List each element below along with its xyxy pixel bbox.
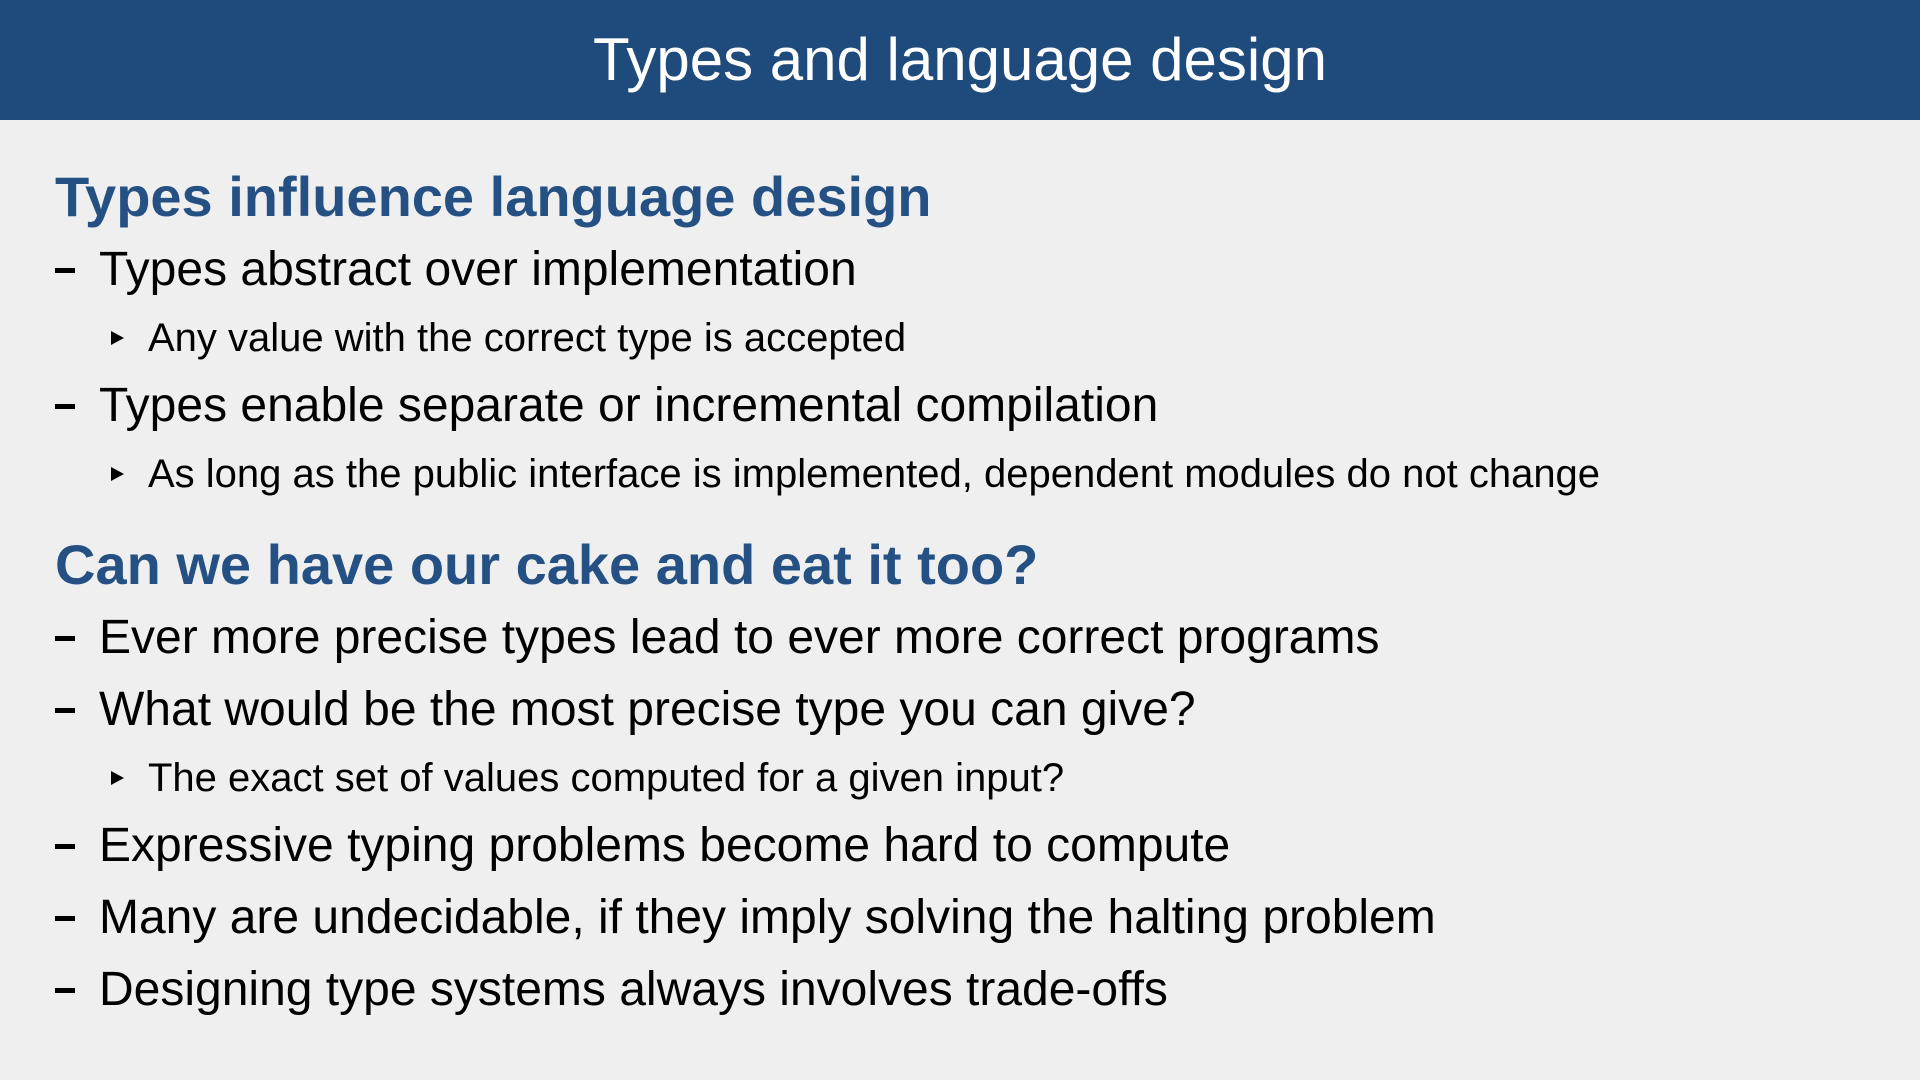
- slide-content: Types influence language design Types ab…: [55, 160, 1885, 1026]
- slide: Types and language design Types influenc…: [0, 0, 1920, 1080]
- list-item-text: Designing type systems always involves t…: [99, 963, 1168, 1016]
- list-item-text: What would be the most precise type you …: [99, 683, 1196, 736]
- sub-list-item: As long as the public interface is imple…: [111, 442, 1885, 506]
- dash-icon: [55, 987, 75, 993]
- triangle-icon: [111, 771, 124, 785]
- sub-list-item-text: Any value with the correct type is accep…: [148, 316, 907, 360]
- section-types-influence-language-design: Types influence language design Types ab…: [55, 160, 1885, 506]
- title-bar: Types and language design: [0, 0, 1920, 120]
- section-heading: Can we have our cake and eat it too?: [55, 533, 1039, 596]
- list-item-text: Ever more precise types lead to ever mor…: [99, 611, 1380, 664]
- list-item: Ever more precise types lead to ever mor…: [55, 602, 1885, 674]
- dash-icon: [55, 635, 75, 641]
- dash-icon: [55, 843, 75, 849]
- triangle-icon: [111, 467, 124, 481]
- slide-title: Types and language design: [593, 26, 1327, 93]
- list-item: Expressive typing problems become hard t…: [55, 810, 1885, 882]
- dash-icon: [55, 267, 75, 273]
- dash-icon: [55, 403, 75, 409]
- dash-icon: [55, 707, 75, 713]
- list-item: Many are undecidable, if they imply solv…: [55, 882, 1885, 954]
- sub-list-item-text: The exact set of values computed for a g…: [148, 756, 1065, 800]
- section-cake-and-eat-it-too: Can we have our cake and eat it too? Eve…: [55, 528, 1885, 1026]
- list-item-text: Types enable separate or incremental com…: [99, 379, 1159, 432]
- sub-list-item: Any value with the correct type is accep…: [111, 306, 1885, 370]
- list-item-text: Expressive typing problems become hard t…: [99, 819, 1231, 872]
- list-item: Types enable separate or incremental com…: [55, 370, 1885, 442]
- triangle-icon: [111, 331, 124, 345]
- list-item: Designing type systems always involves t…: [55, 954, 1885, 1026]
- list-item-text: Types abstract over implementation: [99, 243, 857, 296]
- sub-list-item-text: As long as the public interface is imple…: [148, 452, 1601, 496]
- section-heading: Types influence language design: [55, 165, 932, 228]
- list-item-text: Many are undecidable, if they imply solv…: [99, 891, 1436, 944]
- sub-list-item: The exact set of values computed for a g…: [111, 746, 1885, 810]
- list-item: What would be the most precise type you …: [55, 674, 1885, 746]
- dash-icon: [55, 915, 75, 921]
- list-item: Types abstract over implementation: [55, 234, 1885, 306]
